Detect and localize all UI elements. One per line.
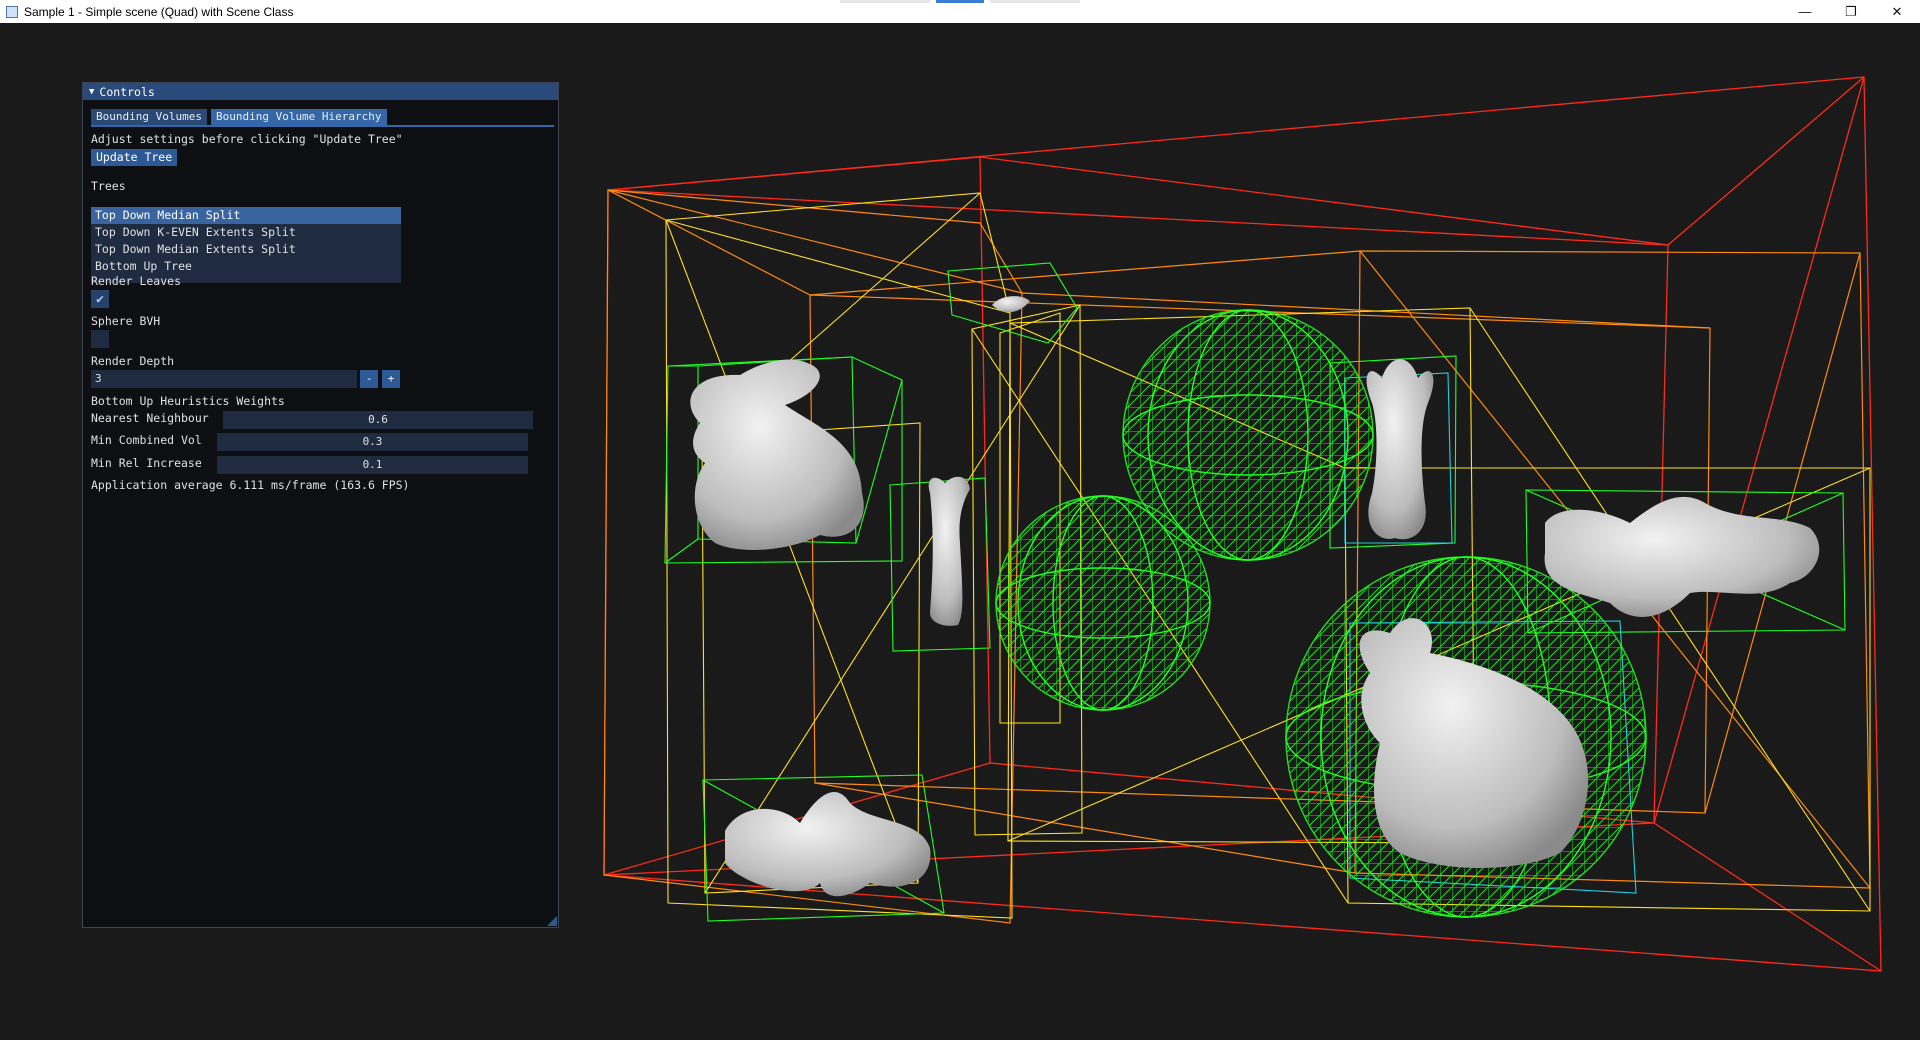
tab-bounding-volume-hierarchy[interactable]: Bounding Volume Hierarchy bbox=[210, 109, 387, 125]
heuristics-label: Bottom Up Heuristics Weights bbox=[91, 394, 285, 408]
update-hint-text: Adjust settings before clicking "Update … bbox=[91, 132, 403, 146]
checkmark-icon: ✔ bbox=[96, 291, 104, 307]
sphere-center bbox=[995, 495, 1211, 711]
tab-bounding-volumes[interactable]: Bounding Volumes bbox=[91, 109, 207, 125]
tab-bar: Bounding Volumes Bounding Volume Hierarc… bbox=[91, 109, 558, 125]
trees-listbox[interactable]: Top Down Median Split Top Down K-EVEN Ex… bbox=[91, 207, 401, 283]
render-depth-label: Render Depth bbox=[91, 354, 175, 368]
render-leaves-checkbox[interactable]: ✔ bbox=[91, 290, 109, 308]
blob-left-mesh bbox=[725, 791, 931, 897]
render-leaves-label: Render Leaves bbox=[91, 274, 182, 288]
resize-grip-icon[interactable] bbox=[547, 916, 557, 926]
controls-panel: ▼ Controls Bounding Volumes Bounding Vol… bbox=[82, 82, 559, 928]
angel-right-mesh bbox=[1366, 359, 1434, 540]
panel-titlebar[interactable]: ▼ Controls bbox=[83, 83, 558, 100]
tab-underline bbox=[91, 125, 554, 127]
panel-title: Controls bbox=[99, 84, 155, 99]
window-title: Sample 1 - Simple scene (Quad) with Scen… bbox=[24, 4, 294, 19]
update-tree-button[interactable]: Update Tree bbox=[91, 149, 178, 166]
min-rel-increase-label: Min Rel Increase bbox=[91, 456, 202, 470]
tree-option-top-down-median[interactable]: Top Down Median Split bbox=[91, 207, 401, 224]
angel-left-mesh bbox=[928, 476, 970, 626]
nearest-neighbour-label: Nearest Neighbour bbox=[91, 411, 209, 425]
tree-option-k-even[interactable]: Top Down K-EVEN Extents Split bbox=[91, 224, 401, 241]
sphere-bvh-checkbox[interactable] bbox=[91, 330, 109, 348]
min-combined-vol-slider[interactable]: 0.3 bbox=[217, 433, 528, 451]
blob-right-mesh bbox=[1544, 496, 1820, 617]
tree-option-median-extents[interactable]: Top Down Median Extents Split bbox=[91, 241, 401, 258]
render-viewport[interactable]: ▼ Controls Bounding Volumes Bounding Vol… bbox=[0, 23, 1920, 1040]
taskbar-strip bbox=[840, 0, 1080, 3]
min-combined-vol-label: Min Combined Vol bbox=[91, 433, 202, 447]
close-button[interactable]: ✕ bbox=[1874, 0, 1920, 23]
window-titlebar: Sample 1 - Simple scene (Quad) with Scen… bbox=[0, 0, 1920, 23]
fps-readout: Application average 6.111 ms/frame (163.… bbox=[91, 478, 410, 492]
restore-button[interactable]: ❐ bbox=[1828, 0, 1874, 23]
sphere-bvh-label: Sphere BVH bbox=[91, 314, 161, 328]
render-depth-input[interactable]: 3 bbox=[91, 370, 357, 388]
tree-option-bottom-up[interactable]: Bottom Up Tree bbox=[91, 258, 401, 275]
collapse-triangle-icon[interactable]: ▼ bbox=[89, 87, 94, 97]
bunny-left-mesh bbox=[690, 359, 864, 550]
min-rel-increase-slider[interactable]: 0.1 bbox=[217, 456, 528, 474]
trees-label: Trees bbox=[91, 179, 126, 193]
app-icon bbox=[6, 5, 18, 18]
minimize-button[interactable]: — bbox=[1782, 0, 1828, 23]
render-depth-decrement-button[interactable]: - bbox=[360, 370, 378, 388]
render-depth-increment-button[interactable]: + bbox=[382, 370, 400, 388]
nearest-neighbour-slider[interactable]: 0.6 bbox=[223, 411, 533, 429]
